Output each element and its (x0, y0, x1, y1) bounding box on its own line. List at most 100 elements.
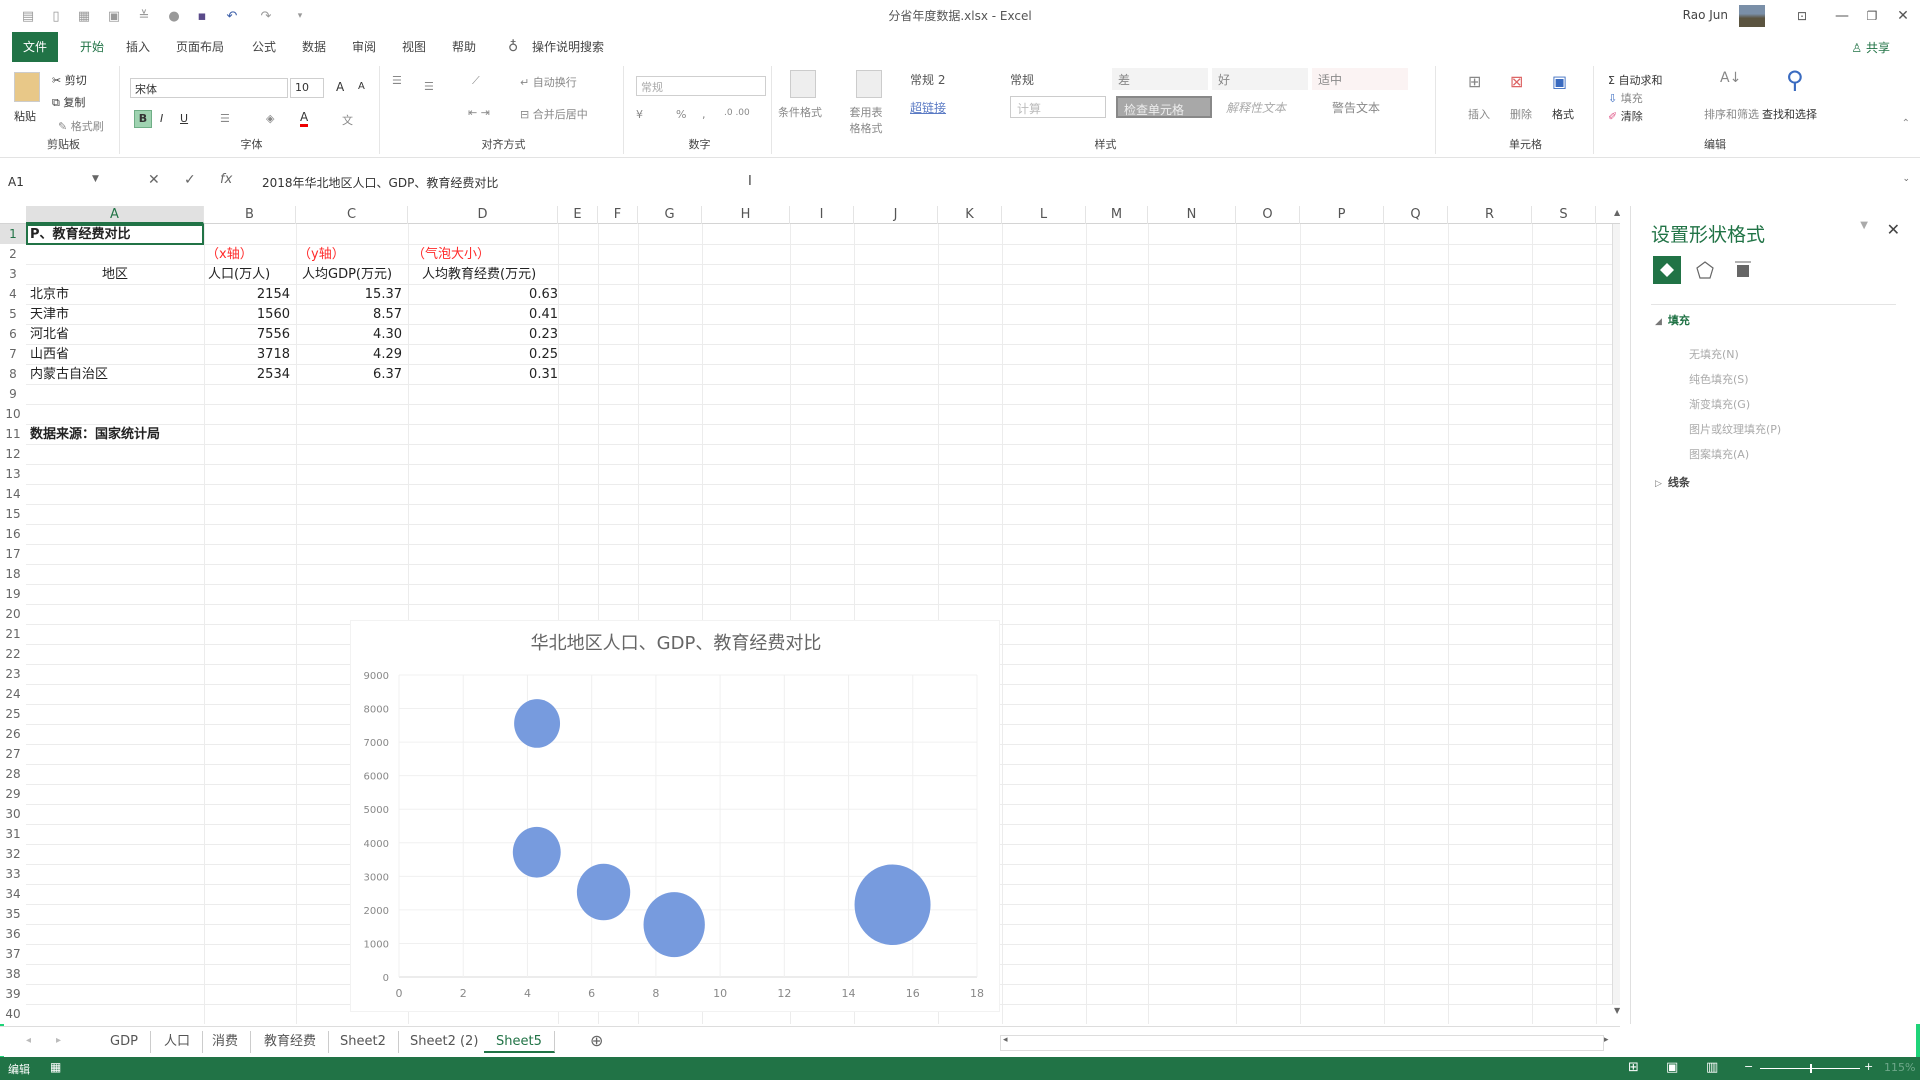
cell-c4[interactable]: 15.37 (282, 285, 402, 305)
scroll-up-icon[interactable]: ▲ (1614, 208, 1620, 222)
cell-d5[interactable]: 0.41 (438, 305, 558, 325)
fill-option[interactable]: 纯色填充(S) (1689, 371, 1749, 387)
tab-data[interactable]: 数据 (294, 32, 334, 62)
row-header-7[interactable]: 7 (0, 344, 26, 364)
scroll-down-icon[interactable]: ▼ (1614, 1006, 1620, 1015)
sheet-tab[interactable]: Sheet2 (2) (398, 1031, 492, 1053)
row-header-25[interactable]: 25 (0, 704, 26, 724)
format-cells-icon[interactable]: ▣ (1552, 72, 1567, 91)
row-header-39[interactable]: 39 (0, 984, 26, 1004)
magnifier-icon[interactable]: ⚲ (1786, 66, 1804, 94)
zoom-level[interactable]: 115% (1884, 1061, 1915, 1074)
row-header-18[interactable]: 18 (0, 564, 26, 584)
cell-a4[interactable]: 北京市 (30, 285, 69, 305)
column-header-n[interactable]: N (1148, 206, 1236, 224)
row-header-3[interactable]: 3 (0, 264, 26, 284)
cut-button[interactable]: ✂ 剪切 (52, 72, 87, 88)
bubble-山西省[interactable]: 山西省 (512, 826, 561, 878)
row-header-26[interactable]: 26 (0, 724, 26, 744)
paste-button[interactable]: 粘贴 (14, 108, 36, 124)
cell-a8[interactable]: 内蒙古自治区 (30, 365, 108, 385)
column-header-e[interactable]: E (558, 206, 598, 224)
cell-c6[interactable]: 4.30 (282, 325, 402, 345)
tab-home[interactable]: 开始 (72, 32, 112, 62)
row-header-11[interactable]: 11 (0, 424, 26, 444)
copy-button[interactable]: ⧉ 复制 (52, 94, 85, 110)
scroll-right-icon[interactable]: ▸ (1604, 1035, 1609, 1045)
column-header-o[interactable]: O (1236, 206, 1300, 224)
row-header-35[interactable]: 35 (0, 904, 26, 924)
merge-center-button[interactable]: ⊟ 合并后居中 (520, 106, 588, 122)
cell-c3[interactable]: 人均GDP(万元) (302, 265, 392, 285)
column-header-r[interactable]: R (1448, 206, 1532, 224)
sort-filter-button[interactable]: 排序和筛选 (1704, 106, 1759, 122)
row-header-33[interactable]: 33 (0, 864, 26, 884)
sheet-tab[interactable]: Sheet2 (328, 1031, 399, 1053)
page-layout-view-icon[interactable]: ▣ (1666, 1060, 1678, 1075)
row-header-40[interactable]: 40 (0, 1004, 26, 1024)
bubble-chart[interactable]: 华北地区人口、GDP、教育经费对比 0 1000 2000 3000 4000 5000 6… (350, 620, 1000, 1012)
cell-a1[interactable]: P、教育经费对比 (30, 225, 131, 245)
sort-filter-icon[interactable]: A↓ (1720, 70, 1741, 86)
prev-sheet-icon[interactable]: ◂ (26, 1035, 31, 1046)
cell-d4[interactable]: 0.63 (438, 285, 558, 305)
row-header-6[interactable]: 6 (0, 324, 26, 344)
border-icon[interactable]: ☰ (220, 112, 230, 125)
cell-d6[interactable]: 0.23 (438, 325, 558, 345)
style-good[interactable]: 好 (1212, 68, 1308, 90)
sheet-tab[interactable]: 人口 (152, 1031, 204, 1053)
paste-icon[interactable] (14, 72, 40, 102)
enter-icon[interactable]: ✓ (184, 172, 196, 188)
row-header-30[interactable]: 30 (0, 804, 26, 824)
tab-formulas[interactable]: 公式 (244, 32, 284, 62)
row-header-38[interactable]: 38 (0, 964, 26, 984)
minimize-icon[interactable]: — (1827, 4, 1857, 28)
bold-button[interactable]: B (134, 110, 152, 128)
column-header-q[interactable]: Q (1384, 206, 1448, 224)
row-header-29[interactable]: 29 (0, 784, 26, 804)
row-header-28[interactable]: 28 (0, 764, 26, 784)
cell-a7[interactable]: 山西省 (30, 345, 69, 365)
column-header-k[interactable]: K (938, 206, 1002, 224)
column-header-f[interactable]: F (598, 206, 638, 224)
style-check-cell[interactable]: 检查单元格 (1116, 96, 1212, 118)
bubble-河北省[interactable]: 河北省 (514, 699, 561, 748)
style-calculation[interactable]: 计算 (1010, 96, 1106, 118)
row-header-36[interactable]: 36 (0, 924, 26, 944)
row-header-1[interactable]: 1 (0, 224, 26, 244)
style-bad[interactable]: 差 (1112, 68, 1208, 90)
tab-view[interactable]: 视图 (394, 32, 434, 62)
column-header-c[interactable]: C (296, 206, 408, 224)
line-section-toggle[interactable]: ▷ 线条 (1655, 474, 1690, 490)
number-format-select[interactable]: 常规 (636, 76, 766, 96)
row-header-24[interactable]: 24 (0, 684, 26, 704)
align-top-icon[interactable]: ☰ (392, 74, 402, 87)
cell-d2[interactable]: （气泡大小） (412, 245, 490, 265)
avatar[interactable] (1739, 5, 1765, 27)
row-header-17[interactable]: 17 (0, 544, 26, 564)
cell-c5[interactable]: 8.57 (282, 305, 402, 325)
effects-icon[interactable] (1691, 256, 1719, 284)
percent-button[interactable]: % (676, 108, 686, 121)
tab-insert[interactable]: 插入 (118, 32, 158, 62)
shrink-font-button[interactable]: A (358, 81, 365, 92)
restore-icon[interactable]: ❐ (1857, 4, 1887, 28)
conditional-format-icon[interactable] (790, 70, 816, 98)
row-header-2[interactable]: 2 (0, 244, 26, 264)
row-header-15[interactable]: 15 (0, 504, 26, 524)
row-header-16[interactable]: 16 (0, 524, 26, 544)
row-header-32[interactable]: 32 (0, 844, 26, 864)
ribbon-display-icon[interactable]: ⊡ (1787, 4, 1817, 28)
font-name-select[interactable]: 宋体 (130, 78, 288, 98)
column-header-l[interactable]: L (1002, 206, 1086, 224)
indent-icon[interactable]: ⇤ ⇥ (468, 106, 490, 119)
row-header-5[interactable]: 5 (0, 304, 26, 324)
sheet-tab[interactable]: GDP (98, 1031, 151, 1053)
cell-b5[interactable]: 1560 (170, 305, 290, 325)
column-header-i[interactable]: I (790, 206, 854, 224)
cell-d3[interactable]: 人均教育经费(万元) (422, 265, 536, 285)
cell-b4[interactable]: 2154 (170, 285, 290, 305)
bubble-天津市[interactable]: 天津市 (643, 892, 705, 958)
macro-record-icon[interactable]: ▦ (50, 1060, 61, 1074)
fill-color-icon[interactable]: ◈ (266, 112, 274, 125)
